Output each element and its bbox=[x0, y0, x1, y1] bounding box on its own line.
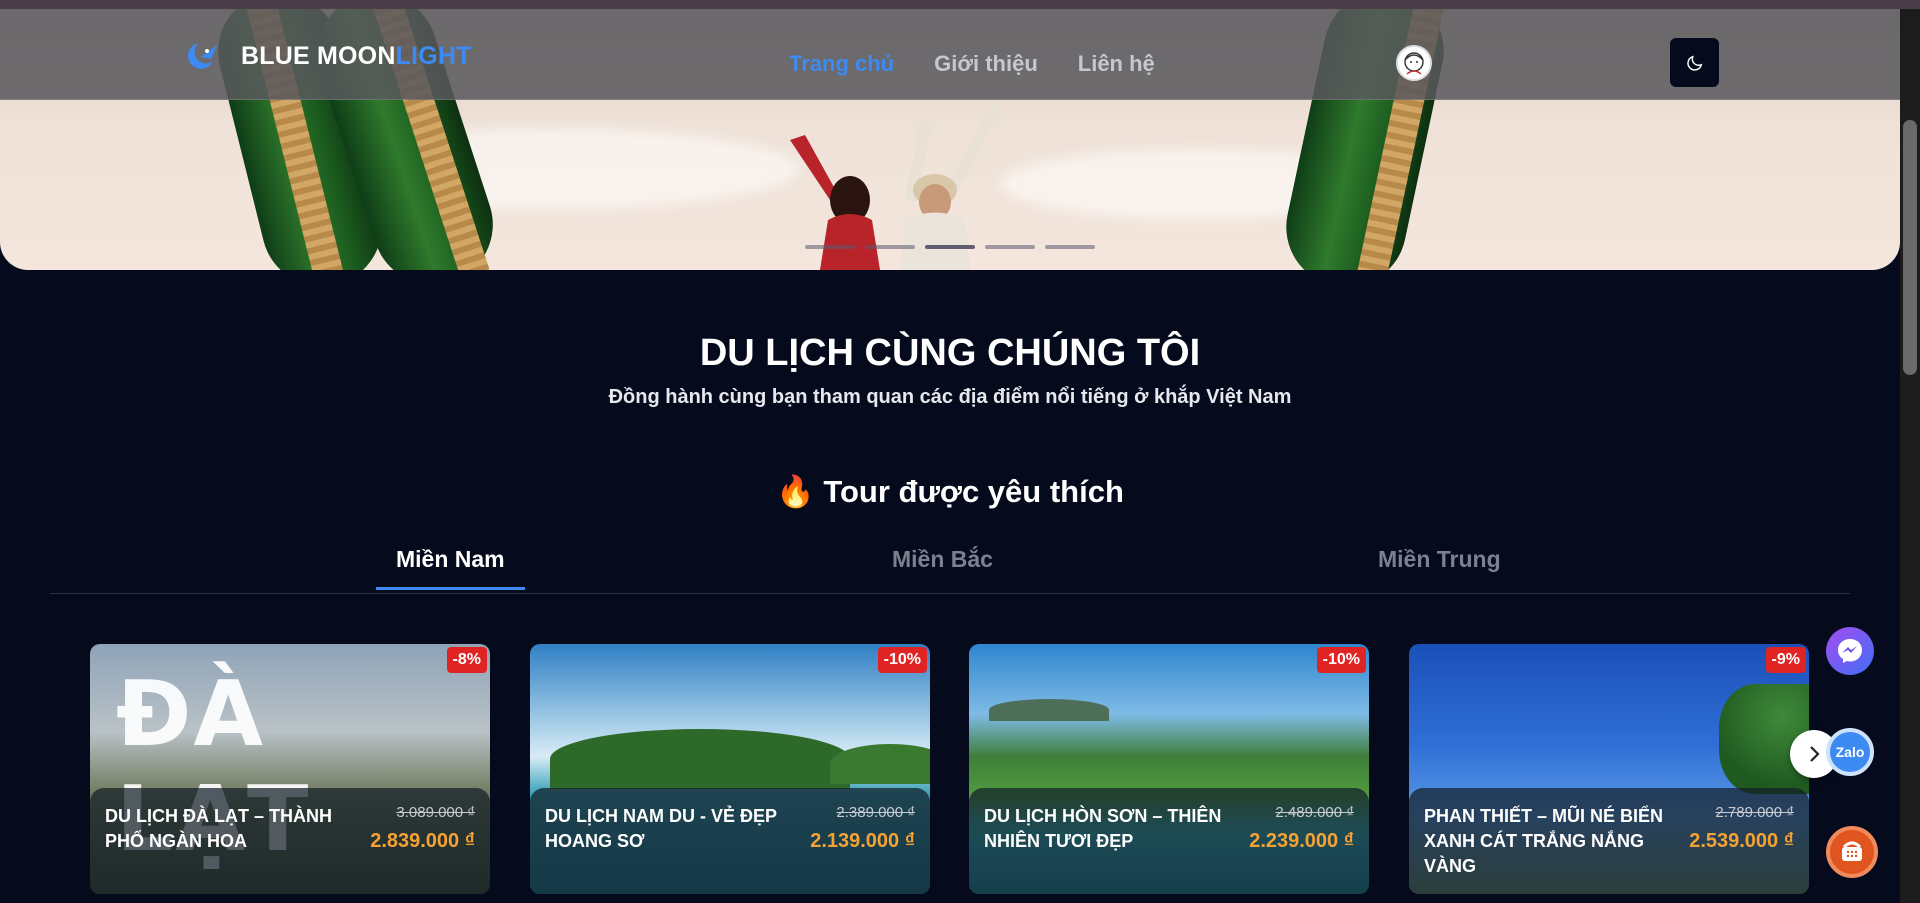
tour-name: PHAN THIẾT – MŨI NÉ BIỂN XANH CÁT TRẮNG … bbox=[1424, 806, 1664, 876]
chevron-right-icon bbox=[1810, 746, 1820, 762]
tour-new-price: 2.239.000 ₫ bbox=[1249, 830, 1354, 852]
hero-carousel-dots bbox=[805, 245, 1095, 249]
discount-badge: -8% bbox=[446, 647, 487, 673]
fire-icon: 🔥 bbox=[776, 474, 815, 509]
phone-button[interactable] bbox=[1826, 826, 1878, 878]
tab-label: Miền Trung bbox=[1378, 546, 1501, 572]
tour-new-price: 2.139.000 ₫ bbox=[810, 830, 915, 852]
discount-badge: -9% bbox=[1765, 647, 1806, 673]
tour-old-price: 2.389.000 ₫ bbox=[836, 804, 915, 821]
tour-name: DU LỊCH HÒN SƠN – THIÊN NHIÊN TƯƠI ĐẸP bbox=[984, 806, 1222, 851]
tour-info: DU LỊCH ĐÀ LẠT – THÀNH PHỐ NGÀN HOA 3.08… bbox=[90, 788, 490, 894]
tour-new-price: 2.539.000 ₫ bbox=[1689, 830, 1794, 852]
island bbox=[830, 744, 930, 784]
tour-card[interactable]: -9% PHAN THIẾT – MŨI NÉ BIỂN XANH CÁT TR… bbox=[1409, 644, 1809, 894]
tab-label: Miền Nam bbox=[396, 546, 505, 572]
messenger-button[interactable] bbox=[1826, 627, 1874, 675]
favorites-heading: 🔥 Tour được yêu thích bbox=[0, 473, 1900, 510]
tour-name: DU LỊCH NAM DU - VẺ ĐẸP HOANG SƠ bbox=[545, 806, 777, 851]
navbar: BLUE MOONLIGHT Trang chủ Giới thiệu Liên… bbox=[0, 9, 1900, 100]
tour-old-price: 2.789.000 ₫ bbox=[1715, 804, 1794, 821]
carousel-dot[interactable] bbox=[985, 245, 1035, 249]
tab-label: Miền Bắc bbox=[892, 546, 993, 572]
brand-name: BLUE MOONLIGHT bbox=[241, 42, 472, 71]
tour-card[interactable]: -10% DU LỊCH HÒN SƠN – THIÊN NHIÊN TƯƠI … bbox=[969, 644, 1369, 894]
tour-info: DU LỊCH NAM DU - VẺ ĐẸP HOANG SƠ 2.389.0… bbox=[530, 788, 930, 894]
carousel-dot[interactable] bbox=[1045, 245, 1095, 249]
phone-icon bbox=[1842, 841, 1862, 861]
tour-name: DU LỊCH ĐÀ LẠT – THÀNH PHỐ NGÀN HOA bbox=[105, 806, 332, 851]
tour-old-price: 3.089.000 ₫ bbox=[396, 804, 475, 821]
page-title: DU LỊCH CÙNG CHÚNG TÔI bbox=[699, 332, 1201, 374]
tab-mien-trung[interactable]: Miền Trung bbox=[1378, 546, 1501, 587]
tour-card[interactable]: ĐÀ LẠT -8% DU LỊCH ĐÀ LẠT – THÀNH PHỐ NG… bbox=[90, 644, 490, 894]
page-subtitle: Đồng hành cùng bạn tham quan các địa điể… bbox=[608, 386, 1292, 408]
nav-contact[interactable]: Liên hệ bbox=[1078, 51, 1155, 77]
zalo-label: Zalo bbox=[1835, 744, 1865, 760]
nav-home[interactable]: Trang chủ bbox=[789, 51, 894, 77]
carousel-dot[interactable] bbox=[865, 245, 915, 249]
tour-new-price: 2.839.000 ₫ bbox=[370, 830, 475, 852]
region-tabs: Miền Nam Miền Bắc Miền Trung bbox=[50, 546, 1850, 594]
tab-mien-nam[interactable]: Miền Nam bbox=[376, 546, 525, 590]
discount-badge: -10% bbox=[877, 647, 927, 673]
scrollbar-thumb[interactable] bbox=[1903, 120, 1917, 375]
tour-card[interactable]: -10% DU LỊCH NAM DU - VẺ ĐẸP HOANG SƠ 2.… bbox=[530, 644, 930, 894]
carousel-dot[interactable] bbox=[805, 245, 855, 249]
tab-mien-bac[interactable]: Miền Bắc bbox=[892, 546, 993, 587]
hero-travelers bbox=[790, 100, 1000, 270]
avatar-icon bbox=[1404, 52, 1424, 75]
main-nav: Trang chủ Giới thiệu Liên hệ bbox=[789, 51, 1155, 77]
tour-info: PHAN THIẾT – MŨI NÉ BIỂN XANH CÁT TRẮNG … bbox=[1409, 788, 1809, 894]
island bbox=[989, 699, 1109, 721]
theme-toggle-button[interactable] bbox=[1670, 38, 1719, 87]
messenger-icon bbox=[1838, 639, 1862, 663]
logo-icon bbox=[188, 43, 217, 69]
logo[interactable]: BLUE MOONLIGHT bbox=[183, 39, 472, 73]
browser-top-strip bbox=[0, 0, 1920, 9]
zalo-button[interactable]: Zalo bbox=[1826, 728, 1874, 776]
user-avatar[interactable] bbox=[1396, 45, 1432, 81]
carousel-dot-active[interactable] bbox=[925, 245, 975, 249]
tour-old-price: 2.489.000 ₫ bbox=[1275, 804, 1354, 821]
island bbox=[550, 729, 850, 789]
brand-name-part2: LIGHT bbox=[395, 41, 472, 70]
discount-badge: -10% bbox=[1316, 647, 1366, 673]
nav-about[interactable]: Giới thiệu bbox=[934, 51, 1038, 77]
brand-name-part1: BLUE MOON bbox=[241, 41, 396, 70]
tour-info: DU LỊCH HÒN SƠN – THIÊN NHIÊN TƯƠI ĐẸP 2… bbox=[969, 788, 1369, 894]
moon-icon bbox=[1686, 55, 1702, 71]
favorites-heading-text: Tour được yêu thích bbox=[823, 474, 1124, 509]
